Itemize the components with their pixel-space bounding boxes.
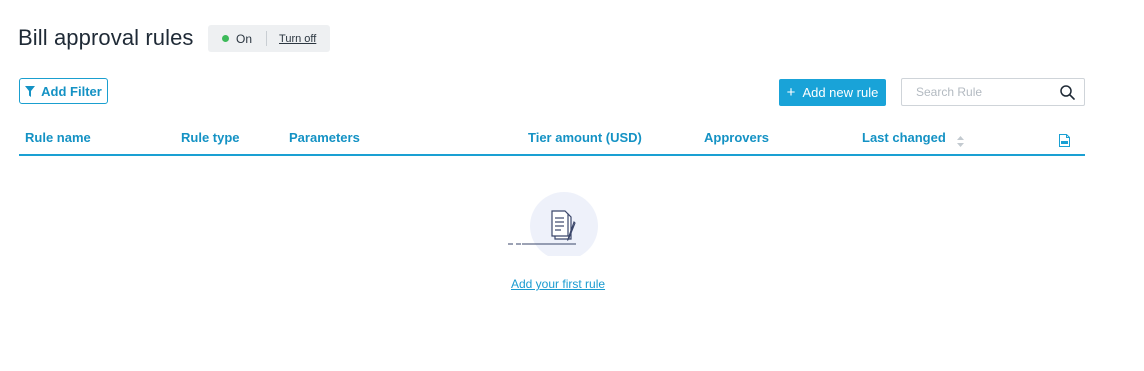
csv-export-icon[interactable]: [1059, 134, 1070, 147]
page-title: Bill approval rules: [18, 25, 194, 50]
table-header: Rule name Rule type Parameters Tier amou…: [19, 126, 1085, 156]
add-new-rule-button[interactable]: + Add new rule: [779, 79, 886, 106]
status-chip: On Turn off: [208, 25, 330, 52]
plus-icon: +: [786, 84, 796, 101]
divider: [266, 31, 268, 46]
status-label: On: [236, 31, 253, 46]
column-rule-type[interactable]: Rule type: [181, 130, 240, 145]
filter-icon: [25, 85, 36, 97]
sort-icon[interactable]: [957, 136, 964, 147]
add-filter-label: Add Filter: [41, 83, 102, 99]
add-first-rule-link[interactable]: Add your first rule: [511, 277, 605, 291]
document-edit-icon: [508, 192, 598, 256]
column-parameters[interactable]: Parameters: [289, 130, 360, 145]
column-approvers[interactable]: Approvers: [704, 130, 769, 145]
add-new-rule-label: Add new rule: [802, 85, 879, 100]
column-last-changed[interactable]: Last changed: [862, 130, 946, 145]
add-filter-button[interactable]: Add Filter: [19, 78, 108, 104]
search-input[interactable]: [914, 84, 1058, 100]
turn-off-link[interactable]: Turn off: [279, 33, 316, 45]
status-dot-icon: [222, 35, 229, 42]
column-rule-name[interactable]: Rule name: [25, 130, 91, 145]
search-box: [901, 78, 1085, 106]
search-icon[interactable]: [1060, 85, 1075, 100]
column-tier-amount[interactable]: Tier amount (USD): [528, 130, 642, 145]
